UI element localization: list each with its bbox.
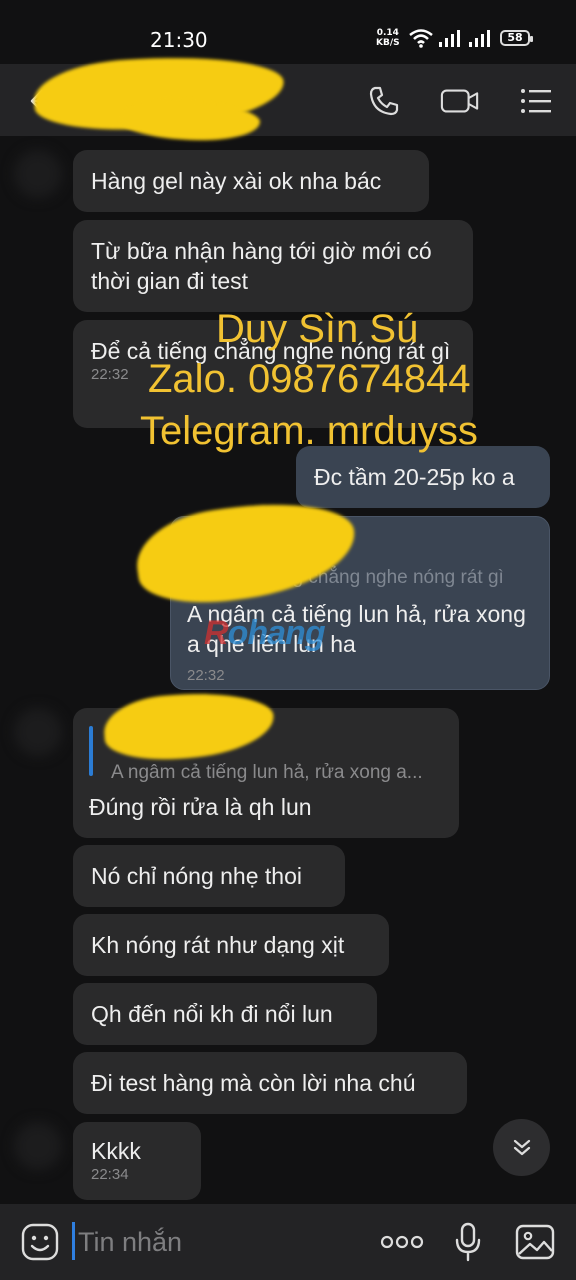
message-bubble-m2[interactable]: Từ bữa nhận hàng tới giờ mới có thời gia… [73,220,473,312]
microphone-icon [455,1222,481,1262]
emoji-icon [21,1223,59,1261]
message-text: Đúng rồi rửa là qh lun [89,794,312,820]
more-button[interactable] [378,1226,426,1258]
sender-avatar-3 [14,1122,62,1170]
watermark-line-3: Telegram. mrduyss [140,409,478,453]
image-button[interactable] [514,1222,556,1262]
wifi-icon [409,29,433,48]
network-speed-unit: KB/S [376,38,400,48]
message-text: Hàng gel này xài ok nha bác [91,168,382,194]
video-call-icon [440,89,479,113]
message-text: Nó chỉ nóng nhẹ thoi [91,863,302,889]
message-input-placeholder: Tin nhắn [78,1227,183,1257]
scroll-to-bottom-button[interactable] [493,1119,550,1176]
quoted-message: A ngâm cả tiếng lun hả, rửa xong a... [111,762,423,783]
menu-button[interactable] [516,82,556,120]
phone-icon [369,86,399,116]
logo-watermark: Rohang [204,614,326,652]
message-bubble-m4[interactable]: Đc tầm 20-25p ko a [296,446,550,508]
message-text: Đc tầm 20-25p ko a [314,464,515,490]
menu-icon [521,89,551,113]
watermark-line-1: Duy Sìn Sú [216,307,419,351]
voice-call-button[interactable] [364,82,404,120]
sender-avatar [14,150,62,198]
message-text: Đi test hàng mà còn lời nha chú [91,1070,416,1096]
signal-icon-2 [469,30,490,47]
more-icon [380,1235,424,1249]
message-time: 22:34 [91,1166,129,1183]
message-text: Kh nóng rát như dạng xịt [91,932,345,958]
chevron-double-down-icon [513,1139,530,1155]
network-speed: 0.14 KB/S [376,28,400,48]
emoji-button[interactable] [20,1222,60,1262]
message-bubble-m11[interactable]: Kkkk 22:34 [73,1122,201,1200]
message-time: 22:32 [187,667,225,684]
status-bar: 21:30 0.14 KB/S 58 [0,0,576,64]
message-bubble-m9[interactable]: Qh đến nổi kh đi nổi lun [73,983,377,1045]
message-bubble-m8[interactable]: Kh nóng rát như dạng xịt [73,914,389,976]
watermark-line-2: Zalo. 0987674844 [148,357,471,401]
clock: 21:30 [150,28,208,52]
message-text: Qh đến nổi kh đi nổi lun [91,1001,333,1027]
message-bubble-m10[interactable]: Đi test hàng mà còn lời nha chú [73,1052,467,1114]
message-bubble-m1[interactable]: Hàng gel này xài ok nha bác [73,150,429,212]
image-icon [515,1224,555,1260]
sender-avatar-2 [14,708,62,756]
battery-indicator: 58 [500,30,533,46]
quote-bar [89,726,93,776]
network-speed-value: 0.14 [376,28,399,38]
video-call-button[interactable] [440,82,480,120]
message-input[interactable]: Tin nhắn [72,1220,362,1264]
voice-record-button[interactable] [450,1220,486,1264]
message-text: Từ bữa nhận hàng tới giờ mới có thời gia… [91,238,432,294]
message-text: Kkkk [91,1138,141,1164]
message-bubble-m7[interactable]: Nó chỉ nóng nhẹ thoi [73,845,345,907]
signal-icon [439,30,460,47]
chat-header [0,51,576,136]
